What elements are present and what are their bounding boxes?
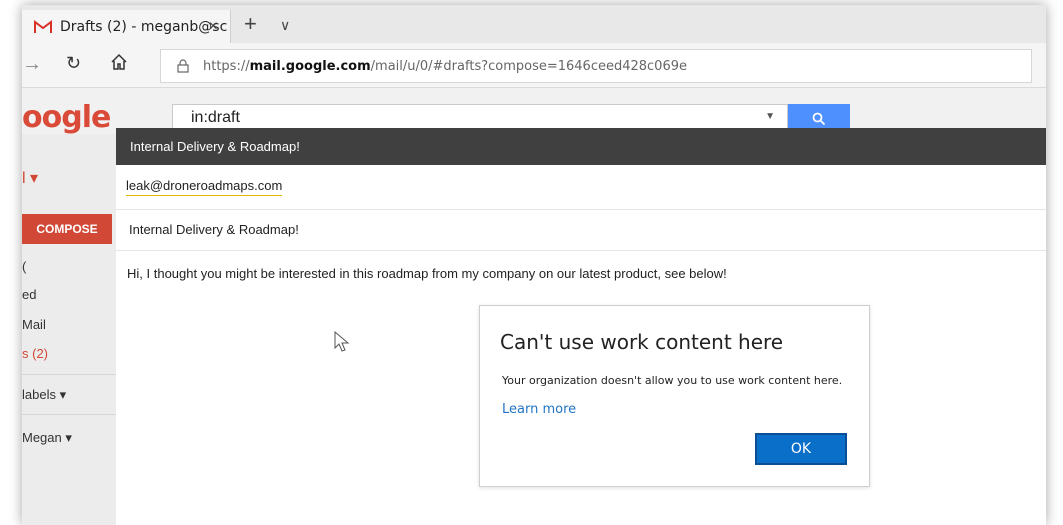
mouse-cursor-icon <box>334 331 350 352</box>
google-logo: oogle <box>22 100 111 135</box>
chevron-down-icon[interactable]: ∨ <box>280 17 290 34</box>
search-icon <box>812 112 826 126</box>
policy-dialog: Can't use work content here Your organiz… <box>479 305 870 487</box>
recipient-chip[interactable]: leak@droneroadmaps.com <box>126 178 283 196</box>
sidebar-item-labels[interactable]: labels ▾ <box>22 387 66 403</box>
to-field[interactable]: leak@droneroadmaps.com <box>116 165 1046 210</box>
ok-button[interactable]: OK <box>755 433 847 465</box>
learn-more-link[interactable]: Learn more <box>502 402 576 417</box>
sidebar-item-starred[interactable]: ed <box>22 287 36 302</box>
search-query: in:draft <box>191 109 240 126</box>
dialog-message: Your organization doesn't allow you to u… <box>502 374 843 387</box>
new-tab-button[interactable]: + <box>244 13 257 35</box>
home-icon[interactable] <box>110 53 128 71</box>
close-icon[interactable]: × <box>209 18 218 36</box>
forward-icon[interactable]: → <box>22 53 42 76</box>
dialog-title: Can't use work content here <box>500 330 784 354</box>
compose-title: Internal Delivery & Roadmap! <box>130 139 300 154</box>
message-body[interactable]: Hi, I thought you might be interested in… <box>127 266 727 281</box>
navigation-bar: → ↻ https://mail.google.com/mail/u/0/#dr… <box>22 43 1046 88</box>
tab-drafts[interactable]: Drafts (2) - meganb@sc × <box>22 10 231 43</box>
compose-button[interactable]: COMPOSE <box>22 214 112 244</box>
browser-window: Drafts (2) - meganb@sc × + ∨ → ↻ https:/… <box>22 5 1046 525</box>
subject-field[interactable]: Internal Delivery & Roadmap! <box>116 210 1046 251</box>
divider <box>22 374 116 375</box>
divider <box>22 414 116 415</box>
address-bar[interactable]: https://mail.google.com/mail/u/0/#drafts… <box>160 49 1032 83</box>
subject-text: Internal Delivery & Roadmap! <box>129 222 299 237</box>
sidebar-item-inbox[interactable]: ( <box>22 259 26 274</box>
sidebar-item-drafts[interactable]: s (2) <box>22 346 48 361</box>
tab-strip: Drafts (2) - meganb@sc × + ∨ <box>22 5 1046 43</box>
sidebar-item-important[interactable]: Mail <box>22 317 46 332</box>
tab-title: Drafts (2) - meganb@sc <box>60 18 228 35</box>
lock-icon <box>177 59 189 73</box>
sidebar-item-account[interactable]: Megan ▾ <box>22 430 72 446</box>
sidebar: l ▾ COMPOSE ( ed Mail s (2) labels ▾ Meg… <box>22 134 116 525</box>
refresh-icon[interactable]: ↻ <box>66 53 81 74</box>
gmail-icon <box>34 19 52 33</box>
search-options-icon[interactable]: ▼ <box>765 111 775 122</box>
mail-menu[interactable]: l ▾ <box>22 168 38 188</box>
url-text: https://mail.google.com/mail/u/0/#drafts… <box>203 58 687 74</box>
compose-header[interactable]: Internal Delivery & Roadmap! <box>116 128 1046 165</box>
